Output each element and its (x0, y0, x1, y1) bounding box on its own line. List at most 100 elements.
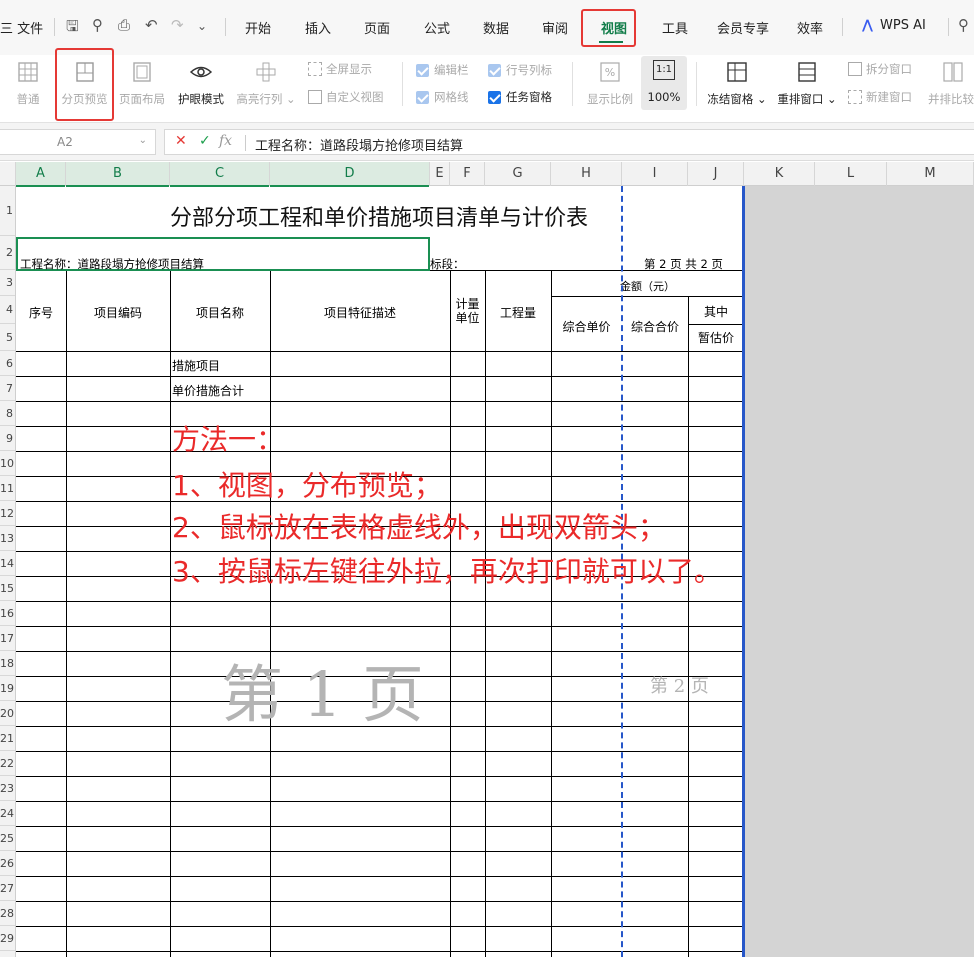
worksheet[interactable]: 分部分项工程和单价措施项目清单与计价表 工程名称：道路段塌方抢修项目结算 标段：… (16, 186, 974, 957)
row-header[interactable]: 26 (0, 851, 15, 876)
zoom-ratio-button[interactable]: % 显示比例 (584, 60, 636, 107)
row-header[interactable]: 20 (0, 701, 15, 726)
row-header[interactable]: 13 (0, 526, 15, 551)
row-header[interactable]: 5 (0, 324, 15, 351)
row-header[interactable]: 27 (0, 876, 15, 901)
header-desc[interactable]: 项目特征描述 (270, 304, 450, 321)
row-header[interactable]: 1 (0, 186, 15, 236)
tab-insert[interactable]: 插入 (305, 18, 331, 37)
confirm-icon[interactable]: ✓ (199, 133, 211, 149)
row-header[interactable]: 14 (0, 551, 15, 576)
freeze-panes-button[interactable]: 冻结窗格 ⌄ (706, 60, 768, 107)
header-provisional[interactable]: 暂估价 (688, 329, 744, 346)
undo-icon[interactable]: ↶ (145, 16, 158, 34)
column-header-c[interactable]: C (170, 162, 270, 187)
column-header-g[interactable]: G (485, 162, 551, 186)
row-header[interactable]: 21 (0, 726, 15, 751)
row-header[interactable]: 12 (0, 501, 15, 526)
side-by-side-button[interactable]: 并排比较 (928, 60, 974, 107)
row-header[interactable]: 19 (0, 676, 15, 701)
row-header[interactable]: 8 (0, 401, 15, 426)
column-header-i[interactable]: I (622, 162, 688, 186)
tab-efficiency[interactable]: 效率 (797, 18, 823, 37)
column-header-f[interactable]: F (450, 162, 485, 186)
row-header[interactable]: 4 (0, 296, 15, 324)
full-screen-button[interactable]: 全屏显示 (308, 61, 372, 77)
column-header-d[interactable]: D (270, 162, 430, 187)
project-name-cell[interactable]: 工程名称：道路段塌方抢修项目结算 (20, 256, 204, 272)
row-header[interactable]: 22 (0, 751, 15, 776)
header-of-which[interactable]: 其中 (688, 303, 744, 320)
header-unit-price[interactable]: 综合单价 (551, 318, 622, 335)
page-break-preview-button[interactable]: 分页预览 (57, 60, 112, 107)
column-header-b[interactable]: B (66, 162, 170, 187)
file-menu[interactable]: 三 文件 (0, 18, 43, 37)
row-unit-measures-total[interactable]: 单价措施合计 (172, 382, 244, 399)
wps-ai-button[interactable]: WPS AI (880, 18, 926, 33)
row-header[interactable]: 2 (0, 236, 15, 270)
row-header[interactable]: 17 (0, 626, 15, 651)
sheet-title[interactable]: 分部分项工程和单价措施项目清单与计价表 (16, 200, 742, 232)
column-header-m[interactable]: M (887, 162, 974, 186)
chevron-down-icon[interactable]: ⌄ (139, 135, 147, 146)
column-header-j[interactable]: J (688, 162, 744, 186)
row-col-header-checkbox[interactable]: 行号列标 (488, 62, 552, 78)
row-measures[interactable]: 措施项目 (172, 357, 220, 374)
wps-ai-logo-icon[interactable]: ⋀ (862, 18, 873, 33)
header-code[interactable]: 项目编码 (66, 304, 170, 321)
row-header[interactable]: 29 (0, 926, 15, 951)
row-header[interactable]: 23 (0, 776, 15, 801)
tab-tools[interactable]: 工具 (662, 18, 688, 37)
formula-input[interactable]: ✕ ✓ fx 工程名称：道路段塌方抢修项目结算 (164, 129, 974, 155)
custom-view-button[interactable]: 自定义视图 (308, 89, 384, 105)
task-pane-checkbox[interactable]: 任务窗格 (488, 89, 552, 105)
row-header[interactable]: 3 (0, 270, 15, 296)
header-quantity[interactable]: 工程量 (485, 304, 551, 321)
row-header[interactable]: 15 (0, 576, 15, 601)
formula-value[interactable]: 工程名称：道路段塌方抢修项目结算 (255, 135, 463, 154)
share-icon[interactable]: ⚲ (92, 16, 103, 34)
print-icon[interactable]: ⎙ (118, 16, 130, 34)
row-header[interactable]: 24 (0, 801, 15, 826)
column-header-k[interactable]: K (744, 162, 815, 186)
header-total-price[interactable]: 综合合价 (622, 318, 688, 335)
tab-page[interactable]: 页面 (364, 18, 390, 37)
tab-member[interactable]: 会员专享 (717, 18, 769, 37)
column-header-a[interactable]: A (16, 162, 66, 187)
page-info-cell[interactable]: 第 2 页 共 2 页 (644, 256, 723, 272)
normal-view-button[interactable]: 普通 (10, 60, 46, 107)
new-window-button[interactable]: 新建窗口 (848, 89, 912, 105)
tab-data[interactable]: 数据 (483, 18, 509, 37)
section-cell[interactable]: 标段： (430, 256, 465, 272)
header-seq[interactable]: 序号 (16, 304, 66, 321)
column-header-e[interactable]: E (430, 162, 450, 186)
function-icon[interactable]: fx (219, 133, 232, 149)
header-unit[interactable]: 计量 单位 (450, 297, 485, 325)
select-all-corner[interactable] (0, 162, 16, 186)
redo-icon[interactable]: ↷ (171, 16, 184, 34)
row-header[interactable]: 10 (0, 451, 15, 476)
search-icon[interactable]: ⚲ (958, 16, 969, 34)
row-header[interactable]: 9 (0, 426, 15, 451)
print-area-border[interactable] (742, 186, 745, 957)
row-header[interactable]: 18 (0, 651, 15, 676)
highlight-row-col-button[interactable]: 高亮行列 ⌄ (236, 60, 296, 107)
edit-bar-checkbox[interactable]: 编辑栏 (416, 62, 469, 78)
column-header-l[interactable]: L (815, 162, 887, 186)
header-amount[interactable]: 金额（元） (551, 278, 744, 294)
row-header[interactable]: 25 (0, 826, 15, 851)
row-header[interactable]: 11 (0, 476, 15, 501)
name-box[interactable]: A2 ⌄ (0, 129, 156, 155)
zoom-100-button[interactable]: 1:1 100% (643, 60, 685, 104)
row-header[interactable]: 6 (0, 351, 15, 376)
column-header-h[interactable]: H (551, 162, 622, 186)
tab-formula[interactable]: 公式 (424, 18, 450, 37)
row-header[interactable]: 7 (0, 376, 15, 401)
page-layout-button[interactable]: 页面布局 (116, 60, 168, 107)
gridlines-checkbox[interactable]: 网格线 (416, 89, 469, 105)
split-window-button[interactable]: 拆分窗口 (848, 61, 912, 77)
quick-access-dropdown-icon[interactable]: ⌄ (197, 19, 207, 33)
tab-home[interactable]: 开始 (245, 18, 271, 37)
row-header[interactable]: 28 (0, 901, 15, 926)
cancel-icon[interactable]: ✕ (175, 133, 187, 149)
